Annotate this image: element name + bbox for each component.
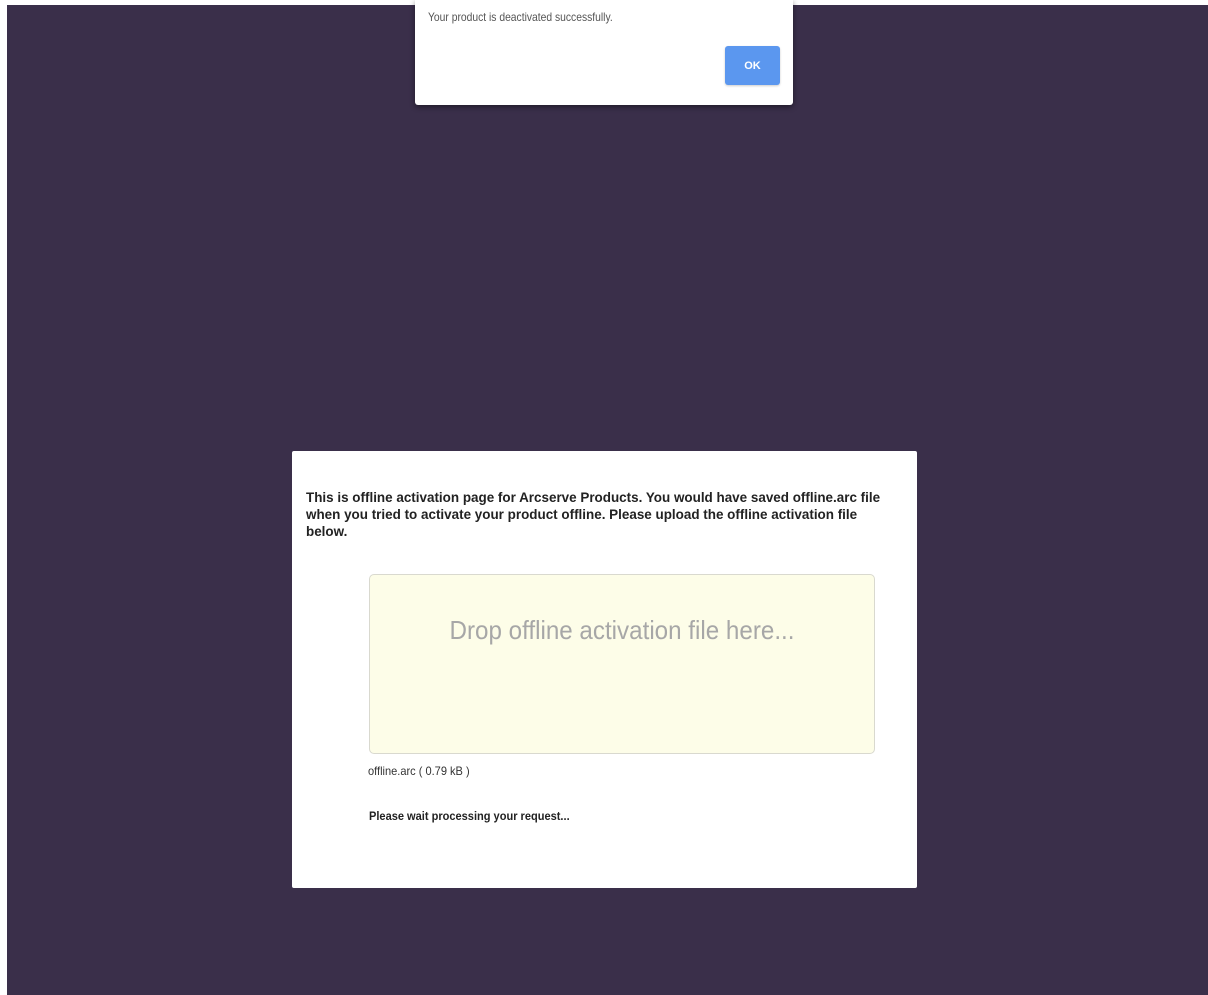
offline-activation-panel: This is offline activation page for Arcs… bbox=[292, 451, 917, 888]
alert-message: Your product is deactivated successfully… bbox=[428, 10, 613, 24]
uploaded-file-info: offline.arc ( 0.79 kB ) bbox=[368, 764, 470, 778]
alert-dialog: Your product is deactivated successfully… bbox=[415, 0, 793, 105]
processing-status: Please wait processing your request... bbox=[369, 809, 570, 823]
activation-instructions: This is offline activation page for Arcs… bbox=[306, 489, 881, 539]
ok-button[interactable]: OK bbox=[725, 46, 780, 85]
drop-zone-label: Drop offline activation file here... bbox=[449, 615, 795, 645]
file-drop-zone[interactable]: Drop offline activation file here... bbox=[369, 574, 875, 754]
